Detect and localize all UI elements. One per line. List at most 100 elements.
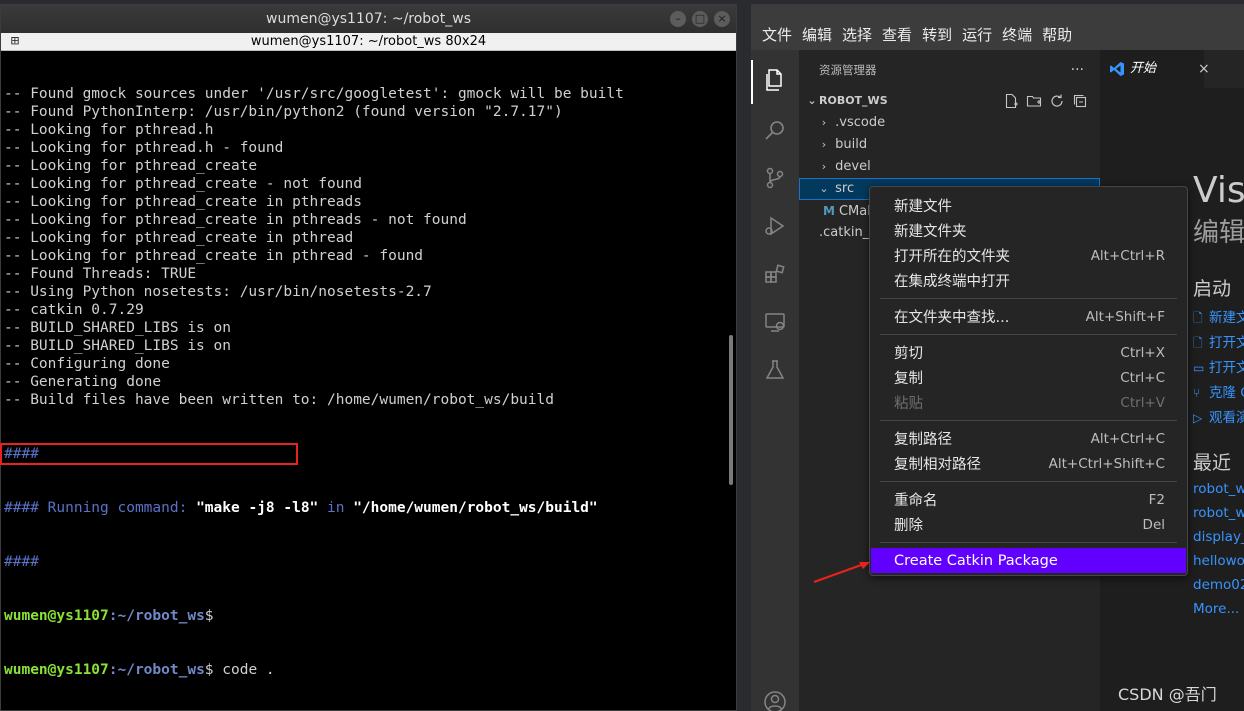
new-folder-icon[interactable] [1026, 93, 1042, 109]
context-menu-item[interactable]: 复制相对路径 Alt+Ctrl+Shift+C [870, 451, 1187, 476]
context-menu-item[interactable]: 新建文件 [870, 193, 1187, 218]
vscode-logo-icon [1110, 62, 1124, 76]
menu-item[interactable]: 帮助 [1037, 24, 1077, 46]
menu-item[interactable]: 选择 [837, 24, 877, 46]
context-menu-label: 在集成终端中打开 [894, 274, 1010, 290]
minimize-icon[interactable]: – [670, 11, 686, 27]
link-open-folder[interactable]: ▭打开文件夹... [1193, 356, 1244, 376]
account-icon[interactable] [763, 690, 787, 711]
menu-separator [880, 420, 1177, 421]
editor-tab-bar: 开始 × [1100, 50, 1244, 88]
context-menu-item[interactable]: 剪切 Ctrl+X [870, 340, 1187, 365]
terminal-prompt-line: wumen@ys1107:~/robot_ws$ code . [4, 662, 275, 678]
menu-item[interactable]: 转到 [917, 24, 957, 46]
window-controls: – □ × [670, 11, 730, 27]
chevron-down-icon: ⌄ [819, 182, 829, 195]
collapse-all-icon[interactable] [1072, 93, 1088, 109]
terminal-line: -- Looking for pthread_create [4, 158, 258, 174]
context-menu-label: 重命名 [894, 493, 938, 509]
tree-item-devel[interactable]: › devel [799, 156, 1100, 178]
activity-bar [751, 50, 799, 711]
link-new-file[interactable]: 🗋新建文件... [1193, 306, 1244, 330]
red-highlight-box [0, 443, 298, 465]
testing-flask-icon[interactable] [763, 358, 787, 382]
tree-item-build[interactable]: › build [799, 134, 1100, 156]
csdn-watermark: CSDN @吾门 [1118, 685, 1217, 704]
red-arrow-annotation [813, 562, 870, 583]
terminal-line: -- Looking for pthread_create in pthread… [4, 194, 362, 210]
keyboard-shortcut: Del [1142, 516, 1165, 533]
link-watch-demo[interactable]: ▷观看演示... [1193, 406, 1244, 426]
tree-item-vscode[interactable]: › .vscode [799, 112, 1100, 134]
recent-item[interactable]: robot_ws [1193, 481, 1244, 497]
keyboard-shortcut: Alt+Ctrl+Shift+C [1048, 455, 1165, 472]
remote-explorer-icon[interactable] [763, 310, 787, 334]
menu-item[interactable]: 文件 [757, 24, 797, 46]
terminal-scrollbar[interactable] [729, 335, 733, 485]
context-menu-item[interactable]: 粘贴 Ctrl+V [870, 390, 1187, 415]
chevron-right-icon: › [821, 138, 827, 151]
context-menu-label: 粘贴 [894, 396, 923, 412]
terminal-line: #### [4, 554, 39, 570]
terminal-line: -- Found PythonInterp: /usr/bin/python2 … [4, 104, 563, 120]
start-heading: 启动 [1193, 278, 1232, 300]
menu-separator [880, 334, 1177, 335]
terminal-output[interactable]: -- Found gmock sources under '/usr/src/g… [0, 47, 728, 707]
terminal-line: -- Found Threads: TRUE [4, 266, 197, 282]
link-clone-repo[interactable]: ⑂克隆 Git 存储库... [1193, 381, 1244, 401]
context-menu-item[interactable]: 复制路径 Alt+Ctrl+C [870, 426, 1187, 451]
extensions-icon[interactable] [763, 262, 787, 286]
workspace-header[interactable]: ⌄ ROBOT_WS [799, 90, 1100, 112]
context-menu-item[interactable]: 打开所在的文件夹 Alt+Ctrl+R [870, 243, 1187, 268]
link-open-file[interactable]: 🗋打开文件... [1193, 331, 1244, 355]
terminal-line: #### Running command: "make -j8 -l8" in … [4, 500, 598, 516]
context-menu-item[interactable]: 删除 Del [870, 512, 1187, 537]
recent-item[interactable]: demo02 [1193, 577, 1244, 593]
context-menu-item[interactable]: 在集成终端中打开 [870, 268, 1187, 293]
keyboard-shortcut: Alt+Ctrl+C [1090, 430, 1165, 447]
cmake-file-icon: M [823, 204, 835, 218]
close-icon[interactable]: × [714, 11, 730, 27]
code-command: code . [213, 662, 275, 678]
context-menu-item[interactable]: 重命名 F2 [870, 487, 1187, 512]
menu-separator [880, 542, 1177, 543]
close-tab-icon[interactable]: × [1198, 50, 1210, 88]
more-actions-icon[interactable]: ··· [1071, 50, 1084, 90]
explorer-icon[interactable] [763, 68, 787, 92]
run-debug-icon[interactable] [763, 214, 787, 238]
context-menu-item[interactable]: Create Catkin Package [871, 548, 1186, 573]
search-icon[interactable] [763, 118, 787, 142]
terminal-titlebar[interactable]: wumen@ys1107: ~/robot_ws – □ × [1, 5, 736, 33]
keyboard-shortcut: Alt+Ctrl+R [1090, 247, 1165, 264]
chevron-right-icon: › [821, 160, 827, 173]
terminal-line: -- Looking for pthread.h - found [4, 140, 284, 156]
recent-item[interactable]: robot_ws [1193, 505, 1244, 521]
new-file-icon[interactable] [1003, 93, 1019, 109]
git-branch-icon: ⑂ [1193, 386, 1201, 400]
context-menu: 新建文件 新建文件夹 打开所在的文件夹 Alt+Ctrl+R 在集成终端中打开 在文件夹中… [869, 186, 1188, 576]
menu-separator [880, 298, 1177, 299]
context-menu-item[interactable]: 在文件夹中查找... Alt+Shift+F [870, 304, 1187, 329]
more-recent-link[interactable]: More... [1193, 601, 1239, 617]
menu-item[interactable]: 运行 [957, 24, 997, 46]
tab-welcome[interactable]: 开始 × [1100, 50, 1210, 88]
context-menu-item[interactable]: 新建文件夹 [870, 218, 1187, 243]
menu-item[interactable]: 终端 [997, 24, 1037, 46]
recent-heading: 最近 [1193, 452, 1232, 474]
terminal-line: -- BUILD_SHARED_LIBS is on [4, 338, 231, 354]
context-menu-label: 在文件夹中查找... [894, 310, 1010, 326]
recent-item[interactable]: hellowo [1193, 553, 1244, 569]
terminal-line: -- BUILD_SHARED_LIBS is on [4, 320, 231, 336]
workspace-name: ROBOT_WS [819, 94, 888, 107]
new-file-icon: 🗋 [1193, 311, 1203, 325]
context-menu-item[interactable]: 复制 Ctrl+C [870, 365, 1187, 390]
menu-item[interactable]: 编辑 [797, 24, 837, 46]
menu-item[interactable]: 查看 [877, 24, 917, 46]
play-icon: ▷ [1193, 411, 1203, 425]
vscode-menubar: 文件 编辑 选择 查看 转到 运行 终端 帮助 [751, 4, 1244, 50]
recent-item[interactable]: display_ [1193, 529, 1244, 545]
source-control-icon[interactable] [763, 166, 787, 190]
maximize-icon[interactable]: □ [692, 11, 708, 27]
refresh-icon[interactable] [1049, 93, 1065, 109]
terminal-line: -- Build files have been written to: /ho… [4, 392, 554, 408]
